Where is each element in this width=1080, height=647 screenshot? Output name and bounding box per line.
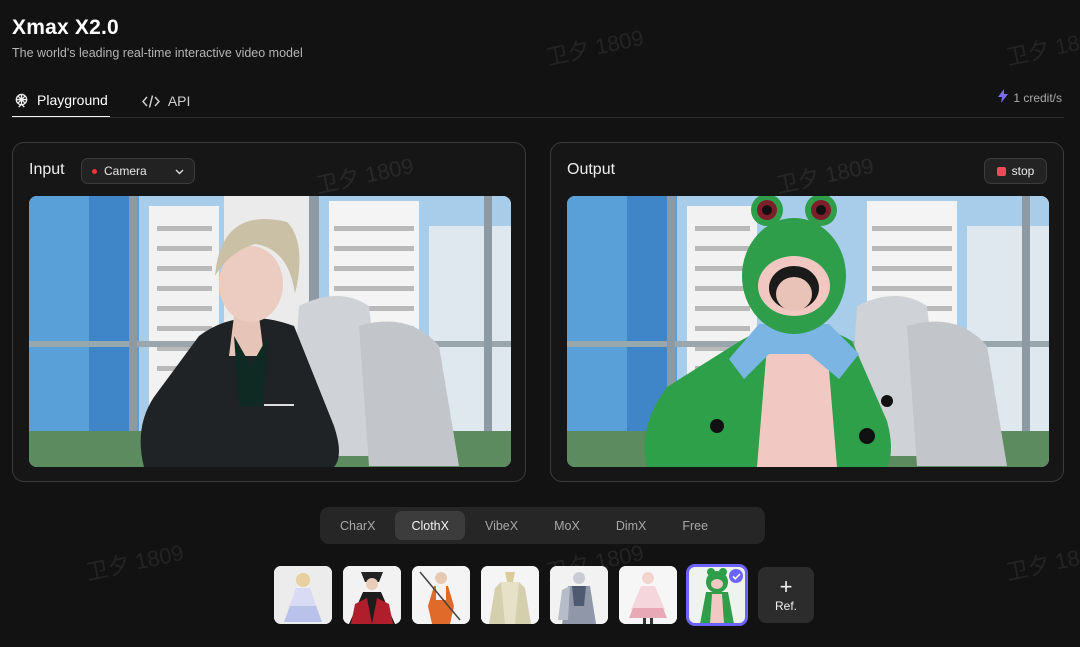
tabs-divider [12, 117, 1064, 118]
camera-select-value: Camera [104, 164, 147, 178]
mode-charx[interactable]: CharX [324, 511, 391, 540]
watermark: 卫夕 1809 [543, 24, 646, 70]
thumb-red-black-costume[interactable] [343, 566, 401, 624]
stop-button[interactable]: stop [984, 158, 1047, 184]
chevron-down-icon [175, 164, 184, 178]
thumb-frog-onesie[interactable] [686, 564, 748, 626]
watermark: 卫夕 1809 [83, 539, 186, 585]
stop-icon [996, 166, 1006, 176]
app-title: Xmax X2.0 [12, 16, 119, 39]
costume-thumbnails: + Ref. [274, 564, 814, 626]
mode-free[interactable]: Free [666, 511, 724, 540]
mode-mox[interactable]: MoX [538, 511, 596, 540]
stop-button-label: stop [1011, 164, 1035, 178]
input-video [29, 196, 511, 467]
camera-select[interactable]: Camera [81, 158, 195, 184]
tab-api-label: API [167, 93, 191, 109]
lightning-icon [997, 89, 1009, 106]
tab-playground-label: Playground [37, 92, 108, 108]
watermark: 卫夕 1809 [1003, 539, 1080, 585]
thumb-white-lolita-dress[interactable] [274, 566, 332, 624]
selected-check-icon [729, 569, 743, 583]
output-video [567, 196, 1049, 467]
code-icon [141, 94, 160, 109]
thumb-silver-armor-costume[interactable] [550, 566, 608, 624]
credit-indicator: 1 credit/s [997, 89, 1062, 106]
add-reference-label: Ref. [774, 599, 797, 613]
watermark: 卫夕 1809 [1003, 24, 1080, 70]
thumb-cream-robe-costume[interactable] [481, 566, 539, 624]
thumb-orange-warrior-costume[interactable] [412, 566, 470, 624]
app-root: Xmax X2.0 The world's leading real-time … [0, 0, 1080, 647]
mode-dimx[interactable]: DimX [600, 511, 663, 540]
ferris-wheel-icon [14, 93, 29, 108]
thumb-pink-maid-dress[interactable] [619, 566, 677, 624]
output-label: Output [567, 161, 616, 178]
input-panel: Input Camera [12, 142, 526, 482]
plus-icon: + [779, 574, 793, 599]
mode-clothx[interactable]: ClothX [395, 511, 465, 540]
mode-selector: CharX ClothX VibeX MoX DimX Free [320, 507, 765, 544]
tab-playground[interactable]: Playground [12, 84, 110, 118]
tab-api[interactable]: API [140, 84, 193, 118]
mode-vibex[interactable]: VibeX [469, 511, 534, 540]
input-label: Input [29, 161, 65, 178]
add-reference-button[interactable]: + Ref. [758, 567, 814, 623]
credit-text: 1 credit/s [1013, 90, 1062, 105]
main-tabs: Playground API [12, 84, 222, 118]
app-subtitle: The world's leading real-time interactiv… [12, 46, 303, 60]
output-panel: Output stop [550, 142, 1064, 482]
live-dot-icon [92, 168, 97, 174]
